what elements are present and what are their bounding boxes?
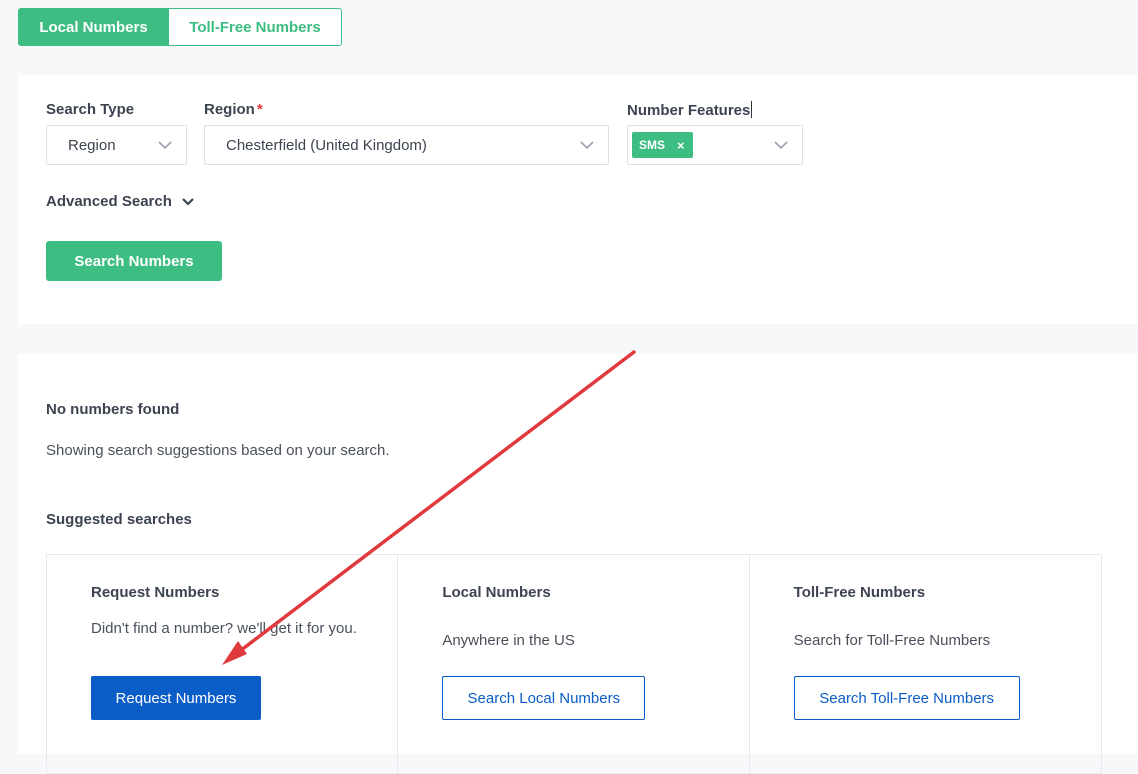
suggestion-description: Search for Toll-Free Numbers [793, 632, 991, 649]
suggestion-description: Didn't find a number? we'll get it for y… [91, 620, 357, 637]
required-mark: * [256, 101, 263, 118]
tag-label: SMS [639, 138, 666, 152]
suggestion-local-numbers: Local Numbers Anywhere in the US Search … [398, 555, 750, 773]
search-local-numbers-button[interactable]: Search Local Numbers [442, 676, 646, 720]
search-type-value: Region [68, 136, 116, 154]
chevron-down-icon [158, 141, 172, 150]
chevron-down-icon [182, 197, 194, 206]
chevron-down-icon [580, 141, 594, 150]
search-type-label: Search Type [46, 101, 135, 118]
suggested-searches-heading: Suggested searches [46, 511, 192, 528]
chevron-down-icon [774, 141, 788, 150]
search-toll-free-numbers-button[interactable]: Search Toll-Free Numbers [793, 676, 1020, 720]
suggestion-title: Toll-Free Numbers [793, 584, 926, 601]
results-panel: No numbers found Showing search suggesti… [18, 354, 1138, 774]
search-numbers-button[interactable]: Search Numbers [46, 241, 222, 281]
number-features-label: Number Features [627, 101, 753, 119]
suggestion-toll-free-numbers: Toll-Free Numbers Search for Toll-Free N… [750, 555, 1101, 773]
request-numbers-button[interactable]: Request Numbers [91, 676, 261, 720]
suggestion-title: Local Numbers [442, 584, 551, 601]
number-features-label-text: Number Features [627, 102, 751, 119]
tab-local-numbers[interactable]: Local Numbers [18, 8, 169, 46]
suggestions-grid: Request Numbers Didn't find a number? we… [46, 554, 1102, 774]
region-label-text: Region [204, 101, 255, 118]
advanced-search-label: Advanced Search [46, 193, 172, 210]
suggestion-request-numbers: Request Numbers Didn't find a number? we… [47, 555, 399, 773]
search-type-select[interactable]: Region [46, 125, 187, 165]
tab-toll-free-numbers[interactable]: Toll-Free Numbers [169, 8, 342, 46]
advanced-search-toggle[interactable]: Advanced Search [46, 193, 194, 210]
region-select[interactable]: Chesterfield (United Kingdom) [204, 125, 609, 165]
empty-results-subtitle: Showing search suggestions based on your… [46, 442, 390, 459]
suggestion-title: Request Numbers [91, 584, 220, 601]
suggestion-description: Anywhere in the US [442, 632, 575, 649]
search-panel: Search Type Region Region * Chesterfield … [18, 75, 1138, 324]
sms-feature-tag: SMS × [632, 132, 693, 158]
region-value: Chesterfield (United Kingdom) [226, 136, 427, 154]
region-label: Region * [204, 101, 263, 118]
text-cursor [751, 101, 753, 118]
number-type-tabs: Local Numbers Toll-Free Numbers [18, 8, 342, 46]
remove-tag-icon[interactable]: × [677, 138, 685, 153]
empty-results-title: No numbers found [46, 401, 180, 418]
number-features-select[interactable]: SMS × [627, 125, 803, 165]
